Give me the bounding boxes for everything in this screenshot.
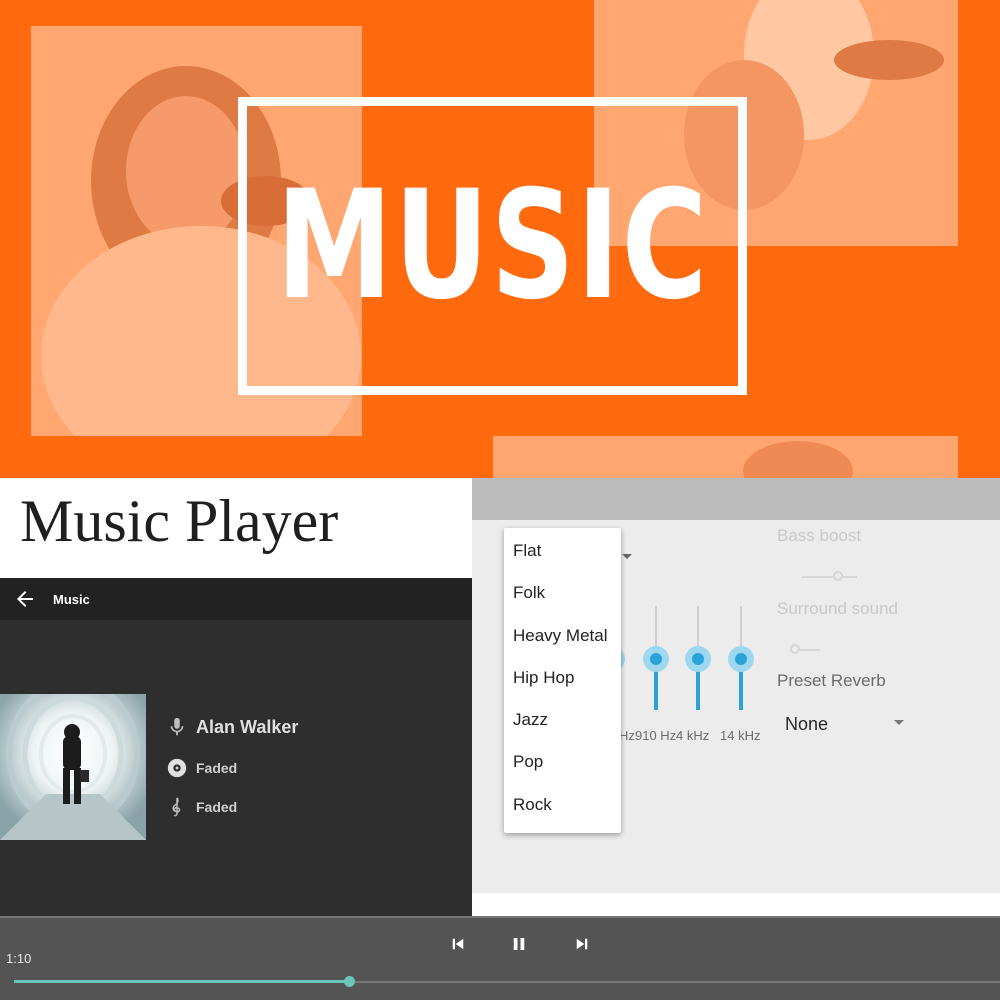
eq-band-slider[interactable]: [643, 606, 669, 712]
elapsed-time: 1:10: [6, 951, 32, 966]
preset-reverb-value[interactable]: None: [785, 714, 828, 735]
skip-previous-icon[interactable]: [449, 935, 467, 953]
menu-item-folk[interactable]: Folk: [513, 583, 545, 603]
disc-icon: [167, 758, 187, 778]
skip-next-icon[interactable]: [573, 935, 591, 953]
preset-dropdown-menu: Flat Folk Heavy Metal Hip Hop Jazz Pop R…: [504, 528, 621, 833]
preset-reverb-label: Preset Reverb: [777, 671, 886, 690]
eq-band-slider[interactable]: [685, 606, 711, 712]
singer-photo-bottom: [493, 436, 958, 478]
bass-boost-thumb[interactable]: [833, 571, 843, 581]
surround-sound-thumb[interactable]: [790, 644, 800, 654]
menu-item-hip-hop[interactable]: Hip Hop: [513, 668, 574, 688]
eq-band-label: 14 kHz: [720, 728, 761, 743]
track-name: Faded: [196, 799, 238, 815]
artist-row: Alan Walker: [166, 716, 298, 738]
menu-item-heavy-metal[interactable]: Heavy Metal: [513, 626, 607, 646]
music-logo-text: MUSIC: [276, 159, 709, 333]
album-row: Faded: [166, 757, 237, 779]
preset-reverb-dropdown-icon[interactable]: [894, 720, 904, 725]
preset-dropdown-arrow-icon[interactable]: [622, 554, 632, 559]
eq-band-thumb[interactable]: [650, 653, 662, 665]
album-art: [0, 694, 146, 840]
treble-clef-icon: [172, 797, 181, 817]
microphone-icon: [170, 717, 184, 736]
eq-band-label: 910 Hz: [635, 728, 677, 743]
player-panel: Music Alan Walker Faded Faded: [0, 578, 472, 916]
album-name: Faded: [196, 760, 238, 776]
album-art-image: [0, 694, 146, 840]
screenshot-root: MUSIC Music Player Music Alan Walker Fad…: [0, 0, 1000, 1000]
surround-sound-label: Surround sound: [777, 599, 898, 618]
transport-bar: 1:10: [0, 916, 1000, 1000]
eq-band-thumb[interactable]: [692, 653, 704, 665]
equalizer-top-bar: [472, 478, 1000, 520]
eq-band-slider[interactable]: [728, 606, 754, 712]
track-row: Faded: [166, 796, 237, 818]
eq-band-thumb[interactable]: [735, 653, 747, 665]
back-arrow-icon[interactable]: [13, 587, 37, 611]
menu-item-flat[interactable]: Flat: [513, 541, 541, 561]
player-title: Music: [53, 592, 90, 607]
caption-title: Music Player: [20, 488, 339, 554]
bass-boost-slider[interactable]: [802, 576, 857, 578]
music-logo-frame: MUSIC: [238, 97, 747, 395]
eq-band-label: 4 kHz: [676, 728, 710, 743]
music-banner: MUSIC: [0, 0, 1000, 478]
artist-name: Alan Walker: [196, 716, 299, 737]
transport-divider: [0, 916, 1000, 918]
menu-item-rock[interactable]: Rock: [513, 795, 552, 815]
menu-item-jazz[interactable]: Jazz: [513, 710, 548, 730]
eq-band-label: Hz: [619, 728, 635, 743]
bass-boost-label: Bass boost: [777, 526, 862, 545]
seek-bar-progress: [14, 980, 350, 983]
seek-bar-thumb[interactable]: [344, 976, 356, 987]
player-app-bar: Music: [0, 578, 472, 620]
pause-icon[interactable]: [510, 935, 528, 953]
menu-item-pop[interactable]: Pop: [513, 752, 543, 772]
